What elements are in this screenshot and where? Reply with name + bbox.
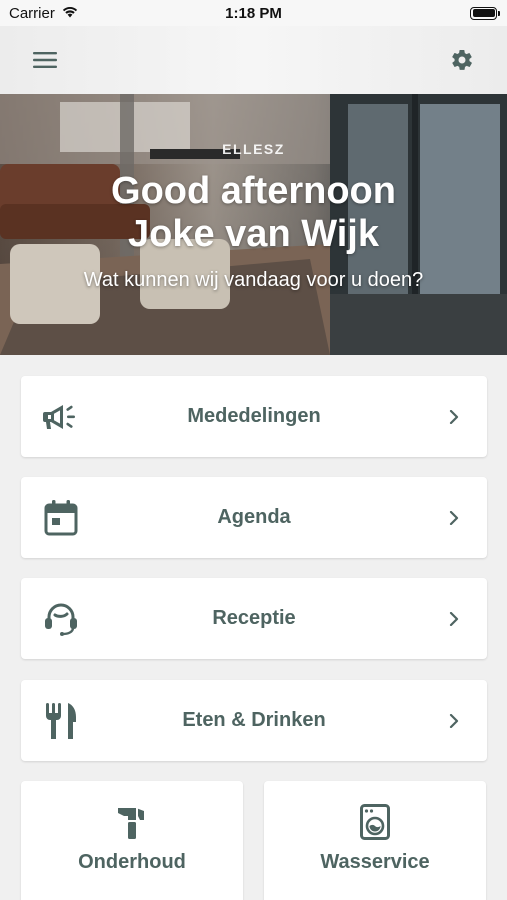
megaphone-icon xyxy=(43,399,79,435)
brand-label: ELLESZ xyxy=(222,141,285,157)
chevron-right-icon xyxy=(447,611,461,626)
menu-item-label: Receptie xyxy=(212,607,296,629)
tile-wasservice[interactable]: Wasservice xyxy=(264,781,486,900)
menu-item-mededelingen[interactable]: Mededelingen xyxy=(21,376,487,457)
wifi-icon xyxy=(61,5,79,22)
nav-bar xyxy=(0,26,507,94)
greeting-title: Good afternoon xyxy=(111,170,396,212)
status-bar: Carrier 1:18 PM xyxy=(0,0,507,26)
hero-banner: ELLESZ Good afternoon Joke van Wijk Wat … xyxy=(0,94,507,355)
headset-icon xyxy=(43,601,79,637)
gear-icon[interactable] xyxy=(449,47,475,73)
carrier-label: Carrier xyxy=(9,4,55,22)
fork-knife-icon xyxy=(43,702,79,739)
hammer-icon xyxy=(114,803,150,841)
chevron-right-icon xyxy=(447,409,461,424)
menu-item-label: Agenda xyxy=(217,506,291,528)
tile-onderhoud[interactable]: Onderhoud xyxy=(21,781,243,900)
menu-item-agenda[interactable]: Agenda xyxy=(21,477,487,558)
washing-machine-icon xyxy=(357,803,393,841)
menu-item-label: Mededelingen xyxy=(187,405,321,427)
menu-item-eten-drinken[interactable]: Eten & Drinken xyxy=(21,680,487,761)
battery-icon xyxy=(470,6,500,20)
status-left: Carrier xyxy=(9,5,79,22)
hamburger-icon[interactable] xyxy=(32,47,58,73)
tile-label: Wasservice xyxy=(320,851,430,873)
user-name: Joke van Wijk xyxy=(128,213,379,255)
chevron-right-icon xyxy=(447,510,461,525)
calendar-icon xyxy=(43,499,79,536)
hero-subtitle: Wat kunnen wij vandaag voor u doen? xyxy=(83,269,424,291)
chevron-right-icon xyxy=(447,713,461,728)
tile-label: Onderhoud xyxy=(78,851,186,873)
menu-item-receptie[interactable]: Receptie xyxy=(21,578,487,659)
menu-item-label: Eten & Drinken xyxy=(182,709,326,731)
